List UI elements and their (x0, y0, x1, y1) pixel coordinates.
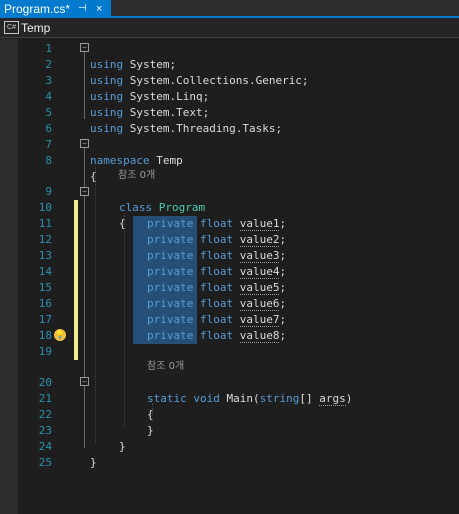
code-line: private float value8; (147, 329, 287, 343)
code-line: { (90, 170, 97, 183)
pin-icon[interactable]: ⊣ (78, 0, 87, 18)
code-line: using System.Threading.Tasks; (90, 122, 283, 135)
csharp-project-icon: C# (4, 21, 19, 34)
code-editor[interactable]: 1 2 3 4 5 6 7 8 9 10 11 12 13 14 15 16 17 18 19 20 21 22 23 24 2… (0, 39, 459, 514)
code-line: private float value5; (147, 281, 287, 295)
code-line: private float value4; (147, 265, 287, 279)
code-line: { (119, 217, 126, 230)
line-number-text: 19 (38, 345, 52, 358)
code-line: } (119, 440, 126, 453)
code-line: private float value2; (147, 233, 287, 247)
code-line: } (147, 424, 154, 437)
code-line: using System.Linq; (90, 90, 210, 103)
code-line: using System.Collections.Generic; (90, 74, 309, 87)
code-line: } (90, 456, 97, 469)
code-line: private float value6; (147, 297, 287, 311)
document-tab-bar: Program.cs* ⊣ × (0, 0, 459, 18)
code-line: private float value3; (147, 249, 287, 263)
code-line: private float value1; (147, 217, 287, 231)
tab-program-cs[interactable]: Program.cs* ⊣ × (0, 0, 111, 18)
project-dropdown[interactable]: Temp (21, 20, 50, 36)
codelens-reference[interactable]: 참조 0개 (0, 359, 459, 375)
code-line: class Program (119, 201, 206, 214)
code-line: namespace Temp (90, 154, 183, 167)
tab-title: Program.cs* (4, 2, 71, 16)
navigation-bar: C# Temp (0, 18, 459, 38)
lightbulb-icon[interactable]: 💡 (54, 329, 66, 341)
line-number: 19 (0, 344, 459, 360)
codelens-reference[interactable]: 참조 0개 (0, 168, 459, 184)
code-line: static void Main(string[] args) (147, 392, 353, 406)
code-line: using System; (90, 58, 177, 71)
code-line: private float value7; (147, 313, 287, 327)
code-line: { (147, 408, 154, 421)
close-icon[interactable]: × (96, 0, 102, 18)
line-number: 25 (0, 455, 459, 471)
code-line: using System.Text; (90, 106, 210, 119)
